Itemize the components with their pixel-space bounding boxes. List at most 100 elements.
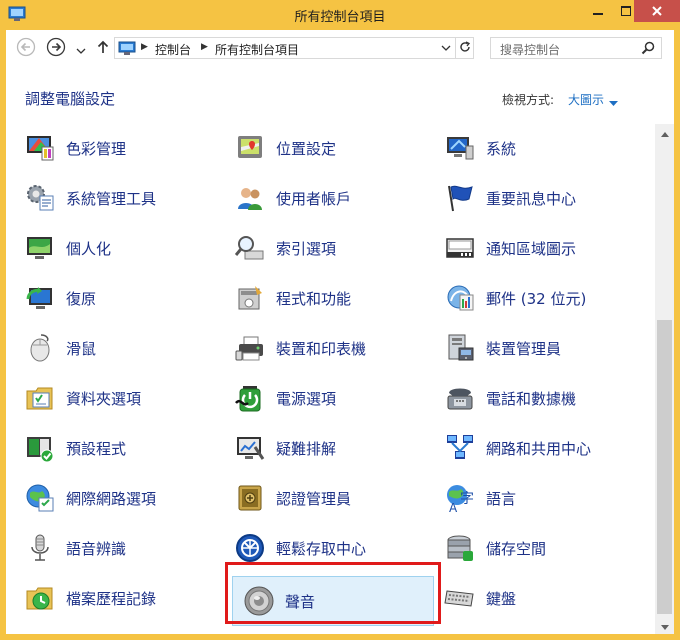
control-panel-item[interactable]: 系統管理工具 <box>6 179 216 217</box>
close-button[interactable] <box>634 0 680 22</box>
close-icon <box>652 6 662 16</box>
control-panel-item[interactable]: 聲音 <box>232 576 434 626</box>
troubleshooting-icon <box>232 430 268 466</box>
search-input[interactable]: 搜尋控制台 <box>490 37 662 59</box>
control-panel-item[interactable]: 使用者帳戶 <box>216 179 426 217</box>
window-bottom-border <box>0 634 680 640</box>
mouse-icon <box>22 330 58 366</box>
ease-of-access-icon <box>232 530 268 566</box>
view-by-label: 檢視方式: <box>502 93 555 107</box>
control-panel-item[interactable]: 輕鬆存取中心 <box>216 529 426 567</box>
breadcrumb-item-all-items[interactable]: 所有控制台項目 <box>215 41 299 58</box>
svg-text:A: A <box>449 501 458 513</box>
control-panel-item[interactable]: 資料夾選項 <box>6 379 216 417</box>
control-panel-item-label: 位置設定 <box>276 139 337 158</box>
minimize-icon <box>593 6 603 16</box>
control-panel-item[interactable]: 郵件 (32 位元) <box>426 279 636 317</box>
up-button[interactable] <box>93 38 113 58</box>
control-panel-item[interactable]: 語音辨識 <box>6 529 216 567</box>
back-arrow-icon <box>16 37 36 60</box>
network-sharing-icon <box>442 430 478 466</box>
navigation-bar: ▶ 控制台 ▶ 所有控制台項目 搜尋控制台 <box>6 30 674 66</box>
control-panel-item[interactable]: 程式和功能 <box>216 279 426 317</box>
control-panel-item-label: 疑難排解 <box>276 439 337 458</box>
control-panel-item[interactable]: 個人化 <box>6 229 216 267</box>
control-panel-item[interactable]: 色彩管理 <box>6 129 216 167</box>
mail-icon <box>442 280 478 316</box>
control-panel-app-icon[interactable] <box>8 6 26 22</box>
minimize-button[interactable] <box>584 0 612 22</box>
recent-locations-dropdown[interactable] <box>76 44 86 54</box>
location-settings-icon <box>232 130 268 166</box>
control-panel-item[interactable]: 索引選項 <box>216 229 426 267</box>
address-bar[interactable]: ▶ 控制台 ▶ 所有控制台項目 <box>114 37 474 59</box>
control-panel-item[interactable]: 復原 <box>6 279 216 317</box>
user-accounts-icon <box>232 180 268 216</box>
device-manager-icon <box>442 330 478 366</box>
language-icon: A字 <box>442 480 478 516</box>
control-panel-item[interactable]: 通知區域圖示 <box>426 229 636 267</box>
control-panel-item-label: 網際網路選項 <box>66 489 157 508</box>
control-panel-item-label: 鍵盤 <box>486 589 517 608</box>
storage-spaces-icon <box>442 530 478 566</box>
control-panel-item[interactable]: 重要訊息中心 <box>426 179 636 217</box>
control-panel-item[interactable]: 電源選項 <box>216 379 426 417</box>
svg-text:字: 字 <box>460 491 474 507</box>
control-panel-item[interactable]: 電話和數據機 <box>426 379 636 417</box>
control-panel-item-label: 郵件 (32 位元) <box>486 289 587 308</box>
phone-modem-icon <box>442 380 478 416</box>
control-panel-item[interactable]: 疑難排解 <box>216 429 426 467</box>
page-header: 調整電腦設定 檢視方式: 大圖示 <box>6 66 674 124</box>
view-by-dropdown[interactable]: 大圖示 <box>568 91 604 108</box>
control-panel-item-label: 程式和功能 <box>276 289 352 308</box>
programs-features-icon <box>232 280 268 316</box>
maximize-icon <box>621 6 631 16</box>
search-icon[interactable] <box>641 41 655 55</box>
control-panel-item[interactable]: 裝置管理員 <box>426 329 636 367</box>
scroll-up-arrow-icon <box>660 126 669 140</box>
action-center-flag-icon <box>442 180 478 216</box>
refresh-icon <box>459 40 471 56</box>
view-by-caret-icon[interactable] <box>609 96 618 106</box>
file-history-icon <box>22 580 58 616</box>
control-panel-item[interactable]: 預設程式 <box>6 429 216 467</box>
refresh-button[interactable] <box>455 38 473 58</box>
search-placeholder: 搜尋控制台 <box>500 43 561 57</box>
credential-manager-icon <box>232 480 268 516</box>
control-panel-item-label: 語音辨識 <box>66 539 127 558</box>
control-panel-item-label: 裝置和印表機 <box>276 339 367 358</box>
folder-options-icon <box>22 380 58 416</box>
control-panel-items-grid: 色彩管理 位置設定 系統系統管理工具 使用者帳戶 重要訊息中心個人化 索引選項 通知區域圖示… <box>6 124 655 634</box>
control-panel-item[interactable]: 位置設定 <box>216 129 426 167</box>
control-panel-item[interactable]: A 字語言 <box>426 479 636 517</box>
control-panel-item[interactable]: 滑鼠 <box>6 329 216 367</box>
title-bar[interactable]: 所有控制台項目 <box>0 0 680 30</box>
control-panel-item-label: 個人化 <box>66 239 112 258</box>
vertical-scrollbar[interactable] <box>655 124 674 634</box>
control-panel-item[interactable]: 認證管理員 <box>216 479 426 517</box>
back-button[interactable] <box>16 37 36 60</box>
control-panel-window: 所有控制台項目 ▶ 控制台 ▶ 所有控制台項目 搜尋控制台 調整電腦設定 檢視方… <box>0 0 680 640</box>
administrative-tools-icon <box>22 180 58 216</box>
control-panel-item-label: 系統管理工具 <box>66 189 157 208</box>
address-dropdown-icon[interactable] <box>439 41 453 55</box>
window-client-area: ▶ 控制台 ▶ 所有控制台項目 搜尋控制台 調整電腦設定 檢視方式: 大圖示 色… <box>6 30 674 634</box>
system-icon <box>442 130 478 166</box>
control-panel-item[interactable]: 鍵盤 <box>426 579 636 617</box>
control-panel-item[interactable]: 儲存空間 <box>426 529 636 567</box>
control-panel-item-label: 重要訊息中心 <box>486 189 577 208</box>
control-panel-item-label: 電話和數據機 <box>486 389 577 408</box>
control-panel-item-label: 滑鼠 <box>66 339 97 358</box>
scroll-up-button[interactable] <box>655 124 674 141</box>
scrollbar-thumb[interactable] <box>657 320 672 614</box>
control-panel-item[interactable]: 網際網路選項 <box>6 479 216 517</box>
control-panel-item[interactable]: 網路和共用中心 <box>426 429 636 467</box>
control-panel-item[interactable]: 系統 <box>426 129 636 167</box>
scroll-down-button[interactable] <box>655 617 674 634</box>
control-panel-item-label: 資料夾選項 <box>66 389 142 408</box>
power-options-icon <box>232 380 268 416</box>
forward-button[interactable] <box>46 37 66 58</box>
control-panel-item[interactable]: 檔案歷程記錄 <box>6 579 216 617</box>
control-panel-item[interactable]: 裝置和印表機 <box>216 329 426 367</box>
breadcrumb-item-control-panel[interactable]: 控制台 <box>155 41 191 58</box>
